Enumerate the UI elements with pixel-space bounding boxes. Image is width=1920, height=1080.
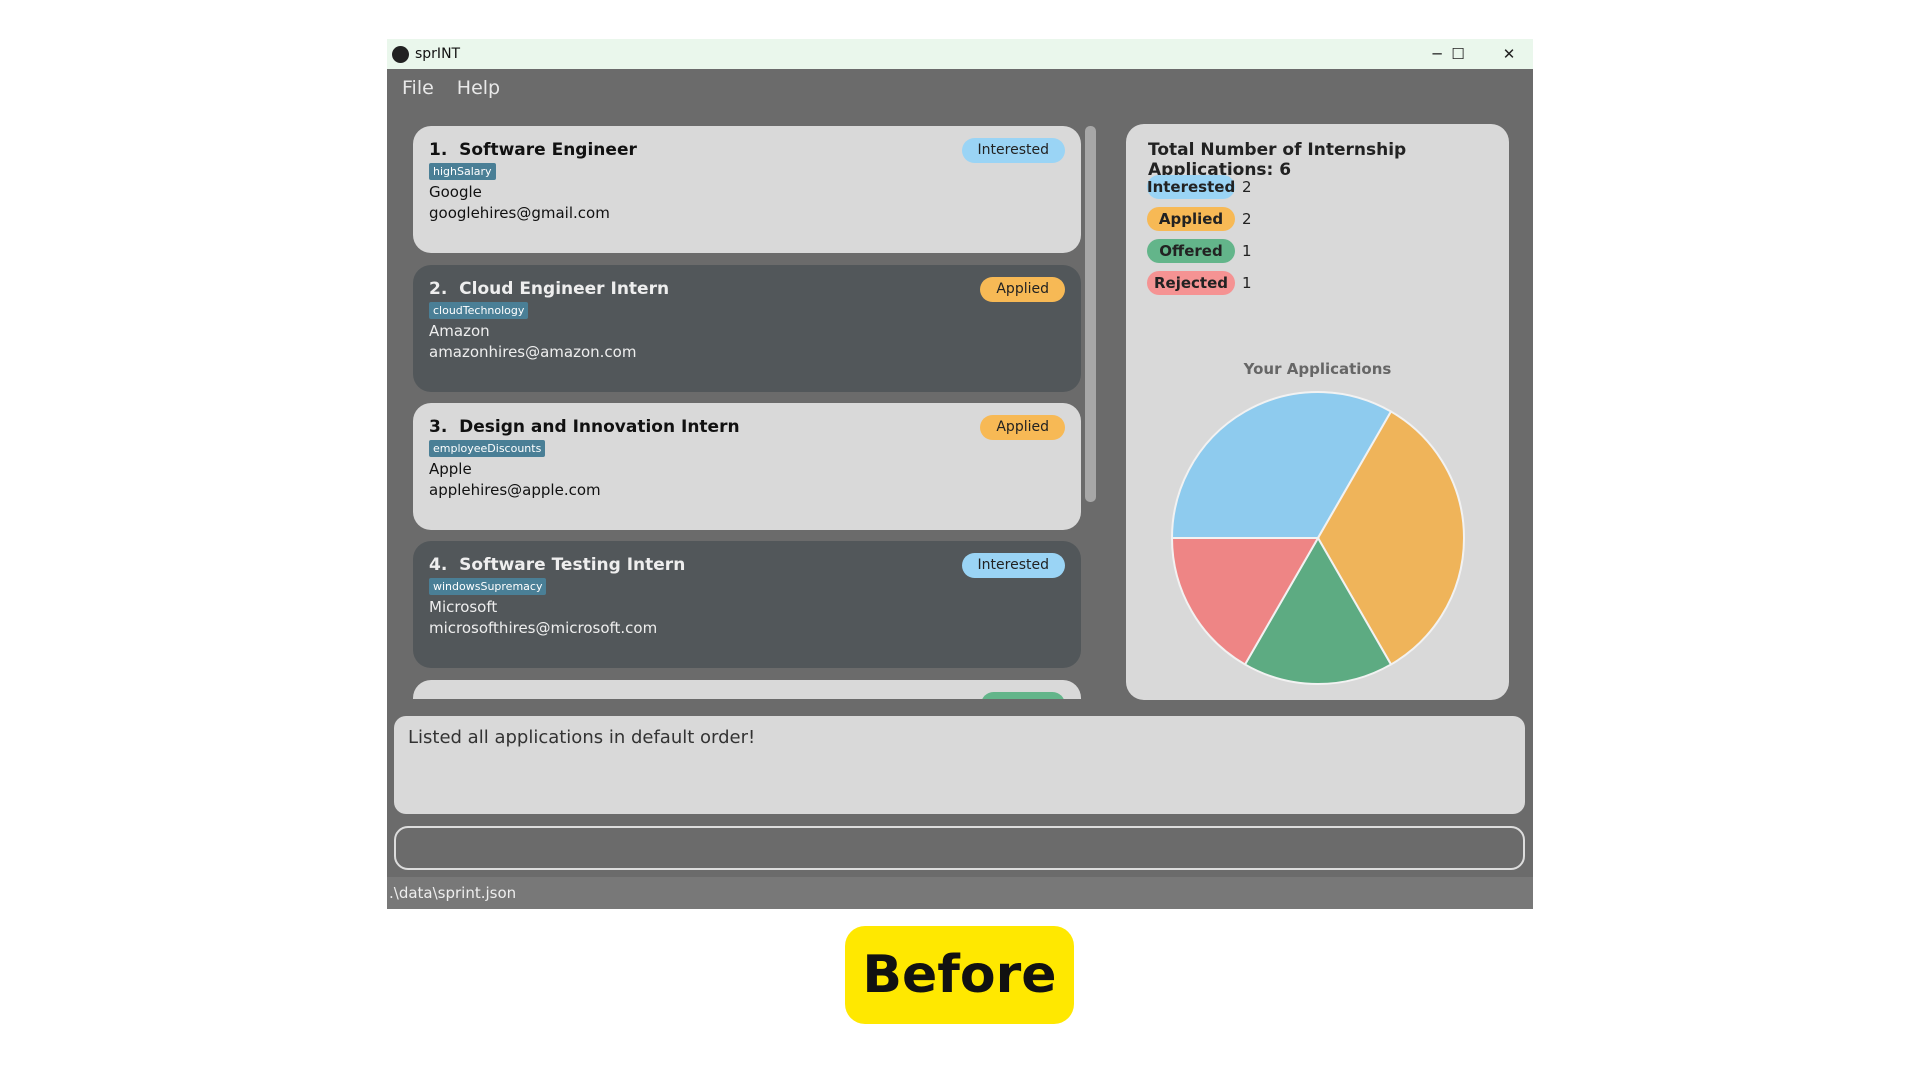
application-tag: windowsSupremacy (429, 578, 547, 595)
menu-help[interactable]: Help (457, 77, 500, 99)
statistics-panel: Total Number of Internship Applications:… (1126, 124, 1509, 700)
status-badge: Interested (961, 553, 1065, 578)
contact-email: googlehires@gmail.com (429, 204, 610, 222)
status-pill: Interested (1147, 175, 1235, 199)
chart-title: Your Applications (1243, 360, 1392, 378)
menu-file[interactable]: File (402, 77, 434, 99)
command-input[interactable] (394, 826, 1525, 870)
status-count-row: Applied 2 (1147, 207, 1252, 231)
application-title: 3. Design and Innovation Intern (429, 417, 740, 437)
application-card[interactable]: 3. Design and Innovation Intern employee… (413, 403, 1081, 530)
contact-email: microsofthires@microsoft.com (429, 619, 658, 637)
caption-label: Before (845, 926, 1074, 1024)
status-count: 2 (1242, 178, 1252, 196)
title-bar: sprINT ─ ☐ ✕ (387, 39, 1533, 69)
result-display: Listed all applications in default order… (394, 716, 1525, 814)
status-count: 1 (1242, 274, 1252, 292)
menu-bar: File Help (387, 69, 508, 107)
application-card[interactable]: 1. Software Engineer highSalary Google g… (413, 126, 1081, 253)
status-badge: Applied (980, 277, 1065, 302)
contact-email: amazonhires@amazon.com (429, 343, 637, 361)
status-bar-path: .\data\sprint.json (387, 877, 1533, 909)
status-pill: Rejected (1147, 271, 1235, 295)
status-badge (981, 692, 1065, 699)
application-tag: cloudTechnology (429, 302, 529, 319)
company-name: Apple (429, 460, 472, 478)
contact-email: applehires@apple.com (429, 481, 601, 499)
status-count-row: Interested 2 (1147, 175, 1252, 199)
app-window: sprINT ─ ☐ ✕ File Help 1. Software Engin… (387, 39, 1533, 909)
status-pill: Applied (1147, 207, 1235, 231)
maximize-button[interactable]: ☐ (1433, 39, 1483, 69)
status-count: 2 (1242, 210, 1252, 228)
application-card[interactable]: 2. Cloud Engineer Intern cloudTechnology… (413, 265, 1081, 392)
application-card[interactable]: 4. Software Testing Intern windowsSuprem… (413, 541, 1081, 668)
application-list[interactable]: 1. Software Engineer highSalary Google g… (413, 126, 1083, 699)
status-count-row: Rejected 1 (1147, 271, 1252, 295)
close-button[interactable]: ✕ (1484, 39, 1534, 69)
company-name: Google (429, 183, 482, 201)
application-tag: employeeDiscounts (429, 440, 546, 457)
company-name: Amazon (429, 322, 490, 340)
status-count: 1 (1242, 242, 1252, 260)
list-scrollbar[interactable] (1085, 126, 1096, 502)
status-pill: Offered (1147, 239, 1235, 263)
status-badge: Interested (961, 138, 1065, 163)
application-title: 2. Cloud Engineer Intern (429, 279, 670, 299)
status-badge: Applied (980, 415, 1065, 440)
applications-pie-chart (1170, 391, 1465, 685)
window-title: sprINT (415, 46, 461, 62)
total-applications: Total Number of Internship Applications:… (1148, 140, 1407, 180)
application-card[interactable] (413, 680, 1081, 699)
application-tag: highSalary (429, 163, 496, 180)
app-logo-icon (392, 45, 409, 63)
company-name: Microsoft (429, 598, 498, 616)
status-count-row: Offered 1 (1147, 239, 1252, 263)
